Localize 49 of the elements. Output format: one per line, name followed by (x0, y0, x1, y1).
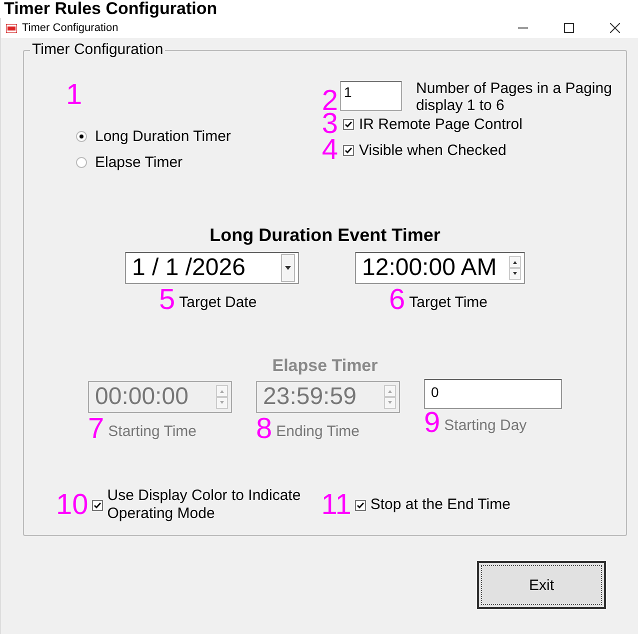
field-label: Ending Time (276, 423, 360, 442)
annotation-number: 8 (256, 415, 272, 443)
checkbox[interactable] (92, 500, 104, 510)
dropdown-button[interactable] (281, 254, 295, 282)
section-title: Elapse Timer (272, 356, 378, 376)
pages-label: Number of Pages in a Paging display 1 to 6 (416, 80, 613, 114)
annotation-number: 6 (389, 286, 406, 314)
page-heading: Timer Rules Configuration (3, 0, 218, 18)
radio-button[interactable] (76, 156, 87, 168)
annotation-number: 3 (320, 110, 338, 138)
radio-label: Long Duration Timer (95, 128, 231, 144)
radio-button[interactable] (76, 130, 87, 142)
radio-label: Elapse Timer (95, 154, 183, 170)
app-icon (6, 24, 17, 32)
field-label: Starting Time (108, 423, 197, 442)
checkbox[interactable] (355, 500, 366, 510)
group-title: Timer Configuration (30, 41, 166, 59)
field-label: Target Time (409, 294, 488, 313)
checkbox-label: IR Remote Page Control (359, 116, 522, 132)
date-value: 1 / 1 /2026 (132, 254, 246, 282)
time-value: 23:59:59 (263, 383, 356, 411)
annotation-number: 4 (320, 136, 338, 164)
annotation-number: 10 (56, 491, 88, 519)
annotation-number: 5 (159, 286, 176, 314)
checkbox-label: Visible when Checked (359, 142, 506, 158)
section-title: Long Duration Event Timer (210, 225, 440, 246)
time-value: 12:00:00 AM (362, 254, 497, 282)
annotation-number: 9 (424, 409, 440, 437)
checkbox[interactable] (343, 118, 354, 130)
caret-icon (285, 266, 291, 270)
field-label: Target Date (179, 294, 257, 313)
checkbox-label: Use Display Color to Indicate Operating Mode (107, 487, 302, 523)
maximize-icon[interactable] (564, 23, 574, 33)
time-value: 00:00:00 (95, 383, 188, 411)
checkbox[interactable] (343, 144, 354, 156)
checkbox-label: Stop at the End Time (370, 496, 510, 514)
annotation-number: 11 (321, 491, 352, 519)
annotation-number: 1 (66, 81, 84, 109)
date-picker[interactable]: 1 / 1 /2026 (125, 252, 299, 284)
annotation-number: 7 (88, 415, 104, 443)
window-title: Timer Configuration (22, 22, 120, 34)
field-label: Starting Day (444, 417, 527, 436)
time-spinner-field[interactable]: 12:00:00 AM (355, 252, 525, 284)
close-icon[interactable] (610, 23, 620, 33)
spinner-arrows-icon (216, 385, 228, 409)
spinner-arrows-icon (384, 385, 396, 409)
exit-button[interactable]: Exit (477, 561, 606, 609)
pages-input-field[interactable]: 1 (340, 81, 402, 111)
spinner-arrows-icon (509, 256, 521, 280)
